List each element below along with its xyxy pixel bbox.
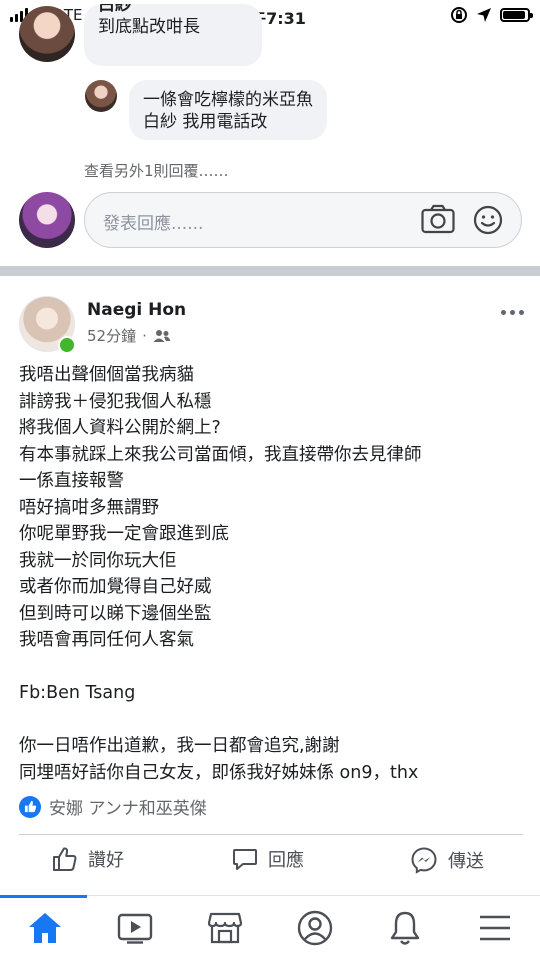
notifications-icon xyxy=(390,911,420,945)
menu-icon xyxy=(480,915,510,941)
post-line: 有本事就踩上來我公司當面傾，我直接帶你去見律師 xyxy=(19,444,422,465)
nav-notifications[interactable] xyxy=(385,908,425,948)
reply-avatar[interactable] xyxy=(85,80,117,112)
post-content: 我唔出聲個個當我病貓 誹謗我＋侵犯我個人私穩 將我個人資料公開於網上? 有本事就… xyxy=(19,362,524,786)
post-line: 我唔出聲個個當我病貓 xyxy=(19,365,194,385)
post-line: 唔好搞咁多無謂野 xyxy=(19,497,159,518)
like-button[interactable]: 讚好 xyxy=(52,846,124,872)
home-icon xyxy=(29,913,61,943)
post-line: 將我個人資料公開於網上? xyxy=(19,418,221,438)
reply-mention[interactable]: 白紗 xyxy=(143,112,177,132)
comment-bubble: 白紗 到底點改咁長 xyxy=(84,4,262,66)
post-line xyxy=(19,707,524,734)
camera-icon[interactable] xyxy=(421,204,455,234)
comment-icon xyxy=(233,849,257,870)
post-author-name[interactable]: Naegi Hon xyxy=(87,300,186,320)
post-line: 同埋唔好話你自己女友，即係我好姊妹係 on9，thx xyxy=(19,762,419,783)
nav-profile[interactable] xyxy=(295,908,335,948)
commenter-avatar[interactable] xyxy=(19,6,75,62)
post-line: 一係直接報警 xyxy=(19,471,124,491)
bottom-nav xyxy=(0,895,540,961)
reactions-summary[interactable]: 安娜 アンナ和巫英傑 xyxy=(19,794,207,819)
current-user-avatar xyxy=(19,192,75,248)
status-bar-right xyxy=(450,6,533,24)
post-line: 你呢單野我一定會跟進到底 xyxy=(19,524,229,544)
nav-home[interactable] xyxy=(25,908,65,948)
comment-text: 到底點改咁長 xyxy=(98,17,200,37)
post-line: 但到時可以睇下邊個坐監 xyxy=(19,603,212,624)
nav-marketplace[interactable] xyxy=(205,908,245,948)
comment-input-placeholder: 發表回應...... xyxy=(103,214,204,234)
location-icon xyxy=(477,8,491,22)
status-bar: 3 LTE 上午7:31 xyxy=(0,0,540,32)
view-more-replies-link[interactable]: 查看另外1則回覆…… xyxy=(84,160,229,181)
post-timestamp[interactable]: 52分鐘 xyxy=(87,325,136,346)
post-actions: 讚好 回應 傳送 xyxy=(0,846,540,884)
post-line: 我就一於同你玩大佢 xyxy=(19,550,177,571)
post-line: 誹謗我＋侵犯我個人私穩 xyxy=(19,391,212,412)
post-meta: 52分鐘 · xyxy=(87,325,171,346)
marketplace-icon xyxy=(207,912,243,944)
like-reaction-icon xyxy=(19,795,41,818)
post-line: 我唔會再同任何人客氣 xyxy=(19,630,194,650)
comment-author[interactable]: 白紗 xyxy=(98,4,248,16)
comment-button[interactable]: 回應 xyxy=(232,846,304,872)
nav-menu[interactable] xyxy=(475,908,515,948)
like-label: 讚好 xyxy=(88,850,124,871)
reply-bubble: 一條會吃檸檬的米亞魚 白紗 我用電話改 xyxy=(129,80,327,140)
thumbs-up-icon xyxy=(53,847,77,871)
share-button[interactable]: 傳送 xyxy=(410,846,484,874)
share-label: 傳送 xyxy=(448,851,484,872)
emoji-icon[interactable] xyxy=(473,205,503,235)
reactions-names: 安娜 アンナ和巫英傑 xyxy=(49,799,207,819)
reply-author[interactable]: 一條會吃檸檬的米亞魚 xyxy=(143,89,313,111)
battery-icon xyxy=(500,8,533,22)
active-tab-indicator xyxy=(0,895,87,898)
post-line: Fb:Ben Tsang xyxy=(19,683,136,703)
post-line xyxy=(19,654,524,681)
comment-label: 回應 xyxy=(268,850,304,871)
messenger-icon xyxy=(411,847,437,874)
reply-text: 我用電話改 xyxy=(182,112,268,132)
feed-divider xyxy=(0,266,540,276)
profile-icon xyxy=(297,910,333,946)
more-options-icon[interactable] xyxy=(501,310,524,315)
watch-icon xyxy=(117,913,153,944)
friends-icon xyxy=(153,329,171,342)
post-line: 或者你而加覺得自己好威 xyxy=(19,577,212,597)
nav-watch[interactable] xyxy=(115,908,155,948)
action-divider xyxy=(19,834,523,835)
post-line: 你一日唔作出道歉，我一日都會追究,謝謝 xyxy=(19,736,340,756)
comment-composer[interactable]: 發表回應...... xyxy=(84,192,522,248)
rotation-lock-icon xyxy=(451,7,467,23)
online-status-indicator xyxy=(58,336,76,354)
reply-content: 白紗 我用電話改 xyxy=(143,111,313,133)
